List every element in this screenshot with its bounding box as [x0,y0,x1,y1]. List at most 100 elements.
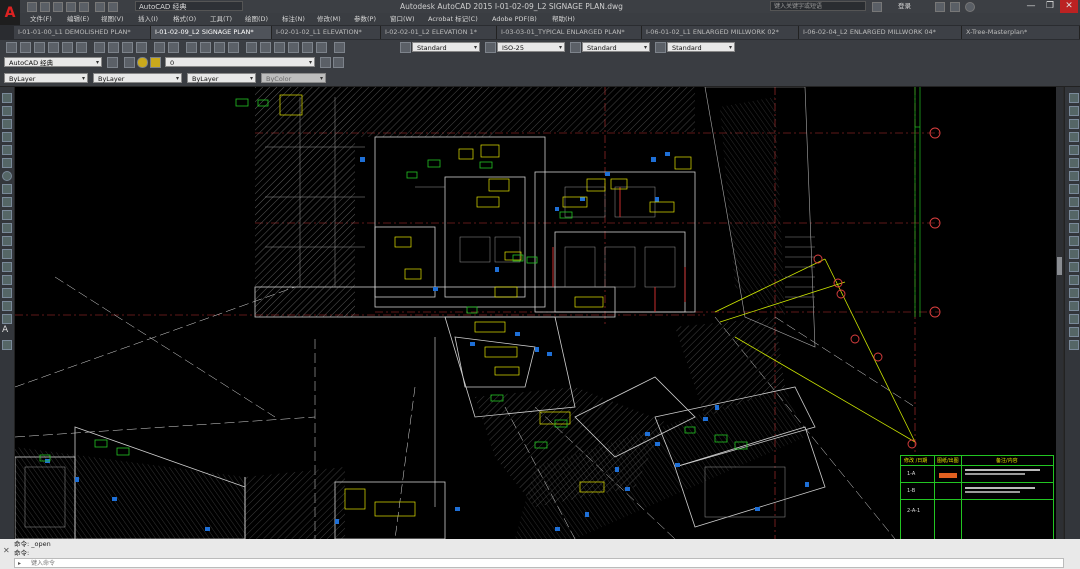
menu-dimension[interactable]: 标注(N) [282,13,305,25]
new-icon[interactable] [6,42,17,53]
menu-file[interactable]: 文件(F) [30,13,52,25]
fillet-icon[interactable] [1069,275,1079,285]
point-icon[interactable] [2,262,12,272]
properties-icon[interactable] [246,42,257,53]
hatch-icon[interactable] [2,275,12,285]
text-style-icon[interactable] [400,42,411,53]
menu-modify[interactable]: 修改(M) [317,13,341,25]
spline-icon[interactable] [2,197,12,207]
ellipse-arc-icon[interactable] [2,223,12,233]
mleader-style-combo[interactable]: Standard [667,42,735,53]
sign-in-label[interactable]: 登录 [898,1,911,12]
pan-icon[interactable] [186,42,197,53]
tab-typical-enlarged-plan[interactable]: I-03-03-01_TYPICAL ENLARGED PLAN* [497,26,642,39]
layer-combo[interactable]: 0 [165,57,315,68]
color-combo[interactable]: ByLayer [4,73,88,84]
plot-icon[interactable] [79,2,89,12]
workspace-settings-icon[interactable] [107,57,118,68]
tab-l2-elevation[interactable]: I-02-02-01_L2 ELEVATION 1* [381,26,497,39]
scrollbar-thumb[interactable] [1057,257,1062,275]
sheet-set-icon[interactable] [288,42,299,53]
a360-icon[interactable] [950,2,960,12]
tab-enlarged-millwork-04[interactable]: I-06-02-04_L2 ENLARGED MILLWORK 04* [799,26,962,39]
vertical-scrollbar[interactable] [1056,87,1063,539]
tab-demolished-plan[interactable]: I-01-01-00_L1 DEMOLISHED PLAN* [14,26,151,39]
stretch-icon[interactable] [1069,197,1079,207]
preview-icon[interactable] [62,42,73,53]
layer-properties-icon[interactable] [124,57,135,68]
dimension-icon[interactable] [1069,314,1079,324]
open-icon[interactable] [20,42,31,53]
lineweight-combo[interactable]: ByLayer [187,73,256,84]
menu-format[interactable]: 格式(O) [173,13,196,25]
new-file-icon[interactable] [27,2,37,12]
layer-previous-icon[interactable] [333,57,344,68]
mleader-style-icon[interactable] [655,42,666,53]
polyline-icon[interactable] [2,119,12,129]
dim-style-icon[interactable] [485,42,496,53]
dim-style-combo[interactable]: ISO-25 [497,42,565,53]
chamfer-icon[interactable] [1069,262,1079,272]
quick-calc-icon[interactable] [316,42,327,53]
menu-window[interactable]: 窗口(W) [390,13,415,25]
match-properties-icon[interactable] [136,42,147,53]
restore-button[interactable]: ❐ [1041,0,1059,13]
minimize-button[interactable]: — [1022,0,1040,13]
text-style-combo[interactable]: Standard [412,42,480,53]
explode-icon[interactable] [1069,288,1079,298]
save-as-icon[interactable] [66,2,76,12]
open-file-icon[interactable] [40,2,50,12]
command-input[interactable]: ▸ 键入命令 [14,558,1064,568]
mirror-icon[interactable] [1069,119,1079,129]
redo-icon[interactable] [168,42,179,53]
multiline-text-icon[interactable]: A [2,325,8,335]
autocad-logo-icon[interactable]: A [0,0,20,26]
region-icon[interactable] [2,301,12,311]
arc-icon[interactable] [2,158,12,168]
insert-block-icon[interactable] [2,236,12,246]
close-command-icon[interactable]: ✕ [3,546,10,555]
offset-icon[interactable] [1069,132,1079,142]
layer-on-icon[interactable] [137,57,148,68]
tool-palettes-icon[interactable] [274,42,285,53]
table-icon[interactable] [2,314,12,324]
markup-icon[interactable] [302,42,313,53]
menu-tools[interactable]: 工具(T) [210,13,232,25]
array-icon[interactable] [1069,145,1079,155]
zoom-window-icon[interactable] [214,42,225,53]
scale-icon[interactable] [1069,184,1079,194]
trim-icon[interactable] [1069,210,1079,220]
make-block-icon[interactable] [2,249,12,259]
menu-insert[interactable]: 插入(I) [138,13,158,25]
close-button[interactable]: ✕ [1060,0,1078,13]
zoom-previous-icon[interactable] [228,42,239,53]
redo-icon[interactable] [108,2,118,12]
copy-icon[interactable] [108,42,119,53]
publish-icon[interactable] [76,42,87,53]
menu-parametric[interactable]: 参数(P) [354,13,376,25]
join-icon[interactable] [1069,249,1079,259]
menu-edit[interactable]: 编辑(E) [67,13,89,25]
table-style-icon[interactable] [570,42,581,53]
cut-icon[interactable] [94,42,105,53]
extend-icon[interactable] [1069,223,1079,233]
undo-icon[interactable] [154,42,165,53]
circle-icon[interactable] [2,171,12,181]
plotstyle-combo[interactable]: ByColor [261,73,326,84]
menu-view[interactable]: 视图(V) [101,13,124,25]
layer-freeze-icon[interactable] [150,57,161,68]
menu-adobe-pdf[interactable]: Adobe PDF(B) [492,13,537,25]
print-icon[interactable] [48,42,59,53]
exchange-icon[interactable] [935,2,945,12]
erase-icon[interactable] [1069,93,1079,103]
break-icon[interactable] [1069,236,1079,246]
table-style-combo[interactable]: Standard [582,42,650,53]
rotate-icon[interactable] [1069,171,1079,181]
undo-icon[interactable] [95,2,105,12]
user-icon[interactable] [872,2,882,12]
tab-l1-elevation[interactable]: I-02-01-02_L1 ELEVATION* [272,26,381,39]
tab-enlarged-millwork-02[interactable]: I-06-01-02_L1 ENLARGED MILLWORK 02* [642,26,799,39]
help-icon[interactable] [965,2,975,12]
construction-line-icon[interactable] [2,106,12,116]
workspace-selector[interactable]: AutoCAD 经典 [135,1,243,11]
